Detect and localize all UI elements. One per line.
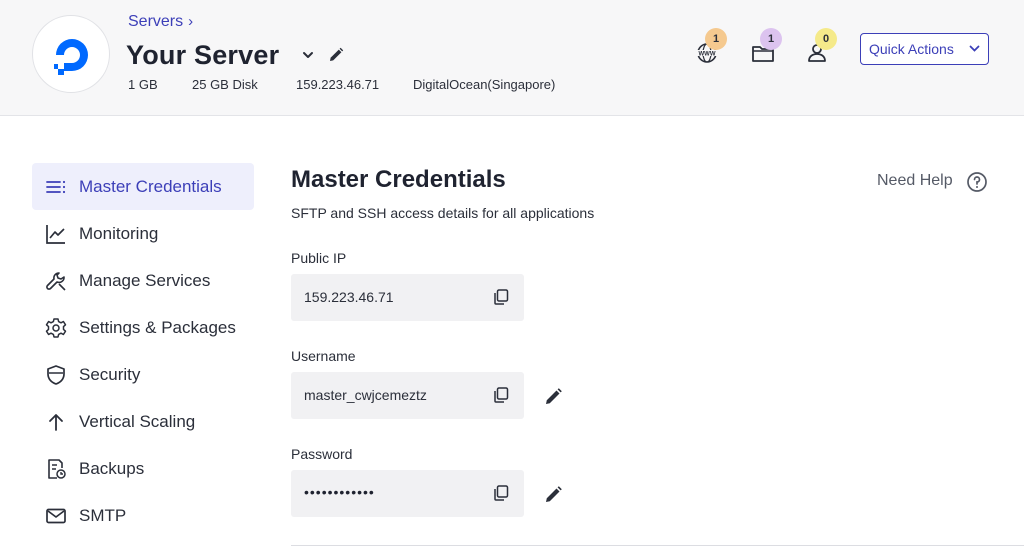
user-count-badge: 0: [815, 28, 837, 50]
sidebar-item-label: Settings & Packages: [79, 318, 236, 337]
list-icon: [46, 180, 66, 194]
server-disk: 25 GB Disk: [192, 77, 258, 92]
folder-count-badge: 1: [760, 28, 782, 50]
public-ip-field: 159.223.46.71: [291, 274, 524, 321]
shield-icon: [47, 365, 65, 385]
www-count-badge: 1: [705, 28, 727, 50]
page-title: Your Server: [126, 40, 280, 70]
sidebar-item-label: Manage Services: [79, 271, 211, 290]
public-ip-label: Public IP: [291, 250, 347, 266]
backup-icon: [48, 459, 66, 479]
server-ip: 159.223.46.71: [296, 77, 380, 92]
edit-username-icon[interactable]: [544, 386, 564, 406]
copy-icon[interactable]: [492, 288, 510, 306]
username-field: master_cwjcemeztz: [291, 372, 524, 419]
sidebar-item-settings-packages[interactable]: Settings & Packages: [32, 304, 254, 351]
arrow-up-icon: [49, 414, 63, 431]
password-value: ••••••••••••: [304, 484, 375, 500]
chevron-down-icon[interactable]: [300, 47, 316, 63]
public-ip-value: 159.223.46.71: [304, 289, 394, 305]
sidebar-item-smtp[interactable]: SMTP: [32, 492, 254, 539]
sidebar-item-monitoring[interactable]: Monitoring: [32, 210, 254, 257]
copy-icon[interactable]: [492, 386, 510, 404]
chart-line-icon: [46, 225, 65, 244]
sidebar-item-label: SMTP: [79, 506, 127, 525]
password-label: Password: [291, 446, 353, 462]
server-ram: 1 GB: [128, 77, 158, 92]
sidebar-item-label: Monitoring: [79, 224, 159, 243]
username-label: Username: [291, 348, 356, 364]
sidebar-item-backups[interactable]: Backups: [32, 445, 254, 492]
edit-server-name-icon[interactable]: [327, 46, 345, 64]
quick-actions-label: Quick Actions: [869, 40, 954, 57]
sidebar-item-label: Backups: [79, 459, 145, 478]
section-divider: [291, 545, 1024, 546]
chevron-down-icon: [969, 45, 980, 52]
sidebar-item-label: Master Credentials: [79, 177, 222, 196]
password-field: ••••••••••••: [291, 470, 524, 517]
wrench-icon: [46, 272, 66, 291]
server-provider: DigitalOcean(Singapore): [413, 77, 556, 92]
server-header: Servers › Your Server 1 GB 25 GB Disk 159…: [0, 0, 1024, 116]
digitalocean-logo: [32, 15, 110, 93]
help-circle-icon[interactable]: [966, 171, 988, 193]
section-title: Master Credentials: [291, 166, 506, 193]
sidebar-item-manage-services[interactable]: Manage Services: [32, 257, 254, 304]
need-help-link[interactable]: Need Help: [877, 172, 953, 190]
sidebar-item-label: Vertical Scaling: [79, 412, 196, 431]
quick-actions-button[interactable]: Quick Actions: [860, 33, 989, 65]
gear-icon: [45, 318, 67, 338]
mail-icon: [46, 508, 66, 524]
sidebar-item-master-credentials[interactable]: Master Credentials: [32, 163, 254, 210]
sidebar-item-label: Security: [79, 365, 141, 384]
sidebar-item-vertical-scaling[interactable]: Vertical Scaling: [32, 398, 254, 445]
section-subtitle: SFTP and SSH access details for all appl…: [291, 205, 595, 221]
svg-text:WWW: WWW: [699, 52, 716, 58]
edit-password-icon[interactable]: [544, 484, 564, 504]
username-value: master_cwjcemeztz: [304, 387, 427, 403]
sidebar-item-security[interactable]: Security: [32, 351, 254, 398]
copy-icon[interactable]: [492, 484, 510, 502]
breadcrumb-servers[interactable]: Servers ›: [128, 13, 193, 31]
